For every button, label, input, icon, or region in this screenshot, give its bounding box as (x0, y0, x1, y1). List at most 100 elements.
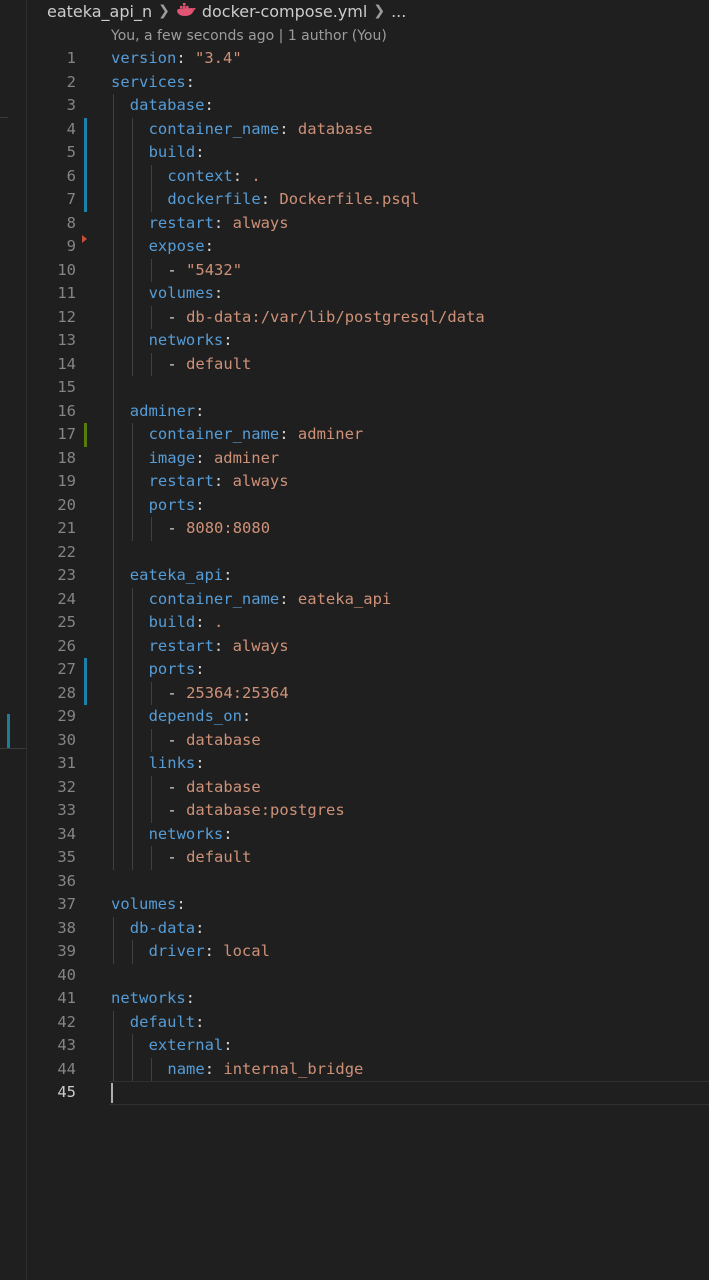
code-line[interactable]: 29 depends_on: (0, 705, 709, 729)
code-line[interactable]: 35 - default (0, 846, 709, 870)
line-number: 9 (66, 237, 76, 255)
code-line[interactable]: 3 database: (0, 94, 709, 118)
yaml-key: expose (148, 237, 205, 255)
breadcrumb-more[interactable]: ... (391, 2, 406, 21)
yaml-key: build (148, 143, 196, 161)
yaml-key: depends_on (148, 707, 242, 725)
line-number: 32 (57, 777, 76, 796)
code-line[interactable]: 15 (0, 376, 709, 400)
code-line[interactable]: 19 restart: always (0, 470, 709, 494)
indent-guide (131, 470, 133, 494)
code-line[interactable]: 37 volumes: (0, 893, 709, 917)
line-number: 15 (57, 378, 76, 396)
git-modified-marker[interactable] (84, 658, 87, 682)
line-number: 3 (66, 96, 76, 114)
code-line[interactable]: 41 networks: (0, 987, 709, 1011)
git-modified-marker[interactable] (84, 164, 87, 188)
indent-guide (113, 470, 114, 494)
indent-guide (150, 305, 152, 329)
code-text: container_name: adminer (148, 425, 364, 443)
indent-guide (131, 423, 133, 447)
yaml-key: dockerfile (167, 190, 261, 208)
code-line[interactable]: 25 build: . (0, 611, 709, 635)
yaml-key: container_name (148, 119, 280, 138)
code-line[interactable]: 45 (0, 1081, 709, 1105)
code-line[interactable]: 10 - "5432" (0, 258, 709, 282)
yaml-key: volumes (111, 895, 177, 913)
code-line[interactable]: 8 restart: always (0, 211, 709, 235)
code-line[interactable]: 39 driver: local (0, 940, 709, 964)
indent-guide (113, 940, 114, 964)
breadcrumb-file[interactable]: docker-compose.yml (202, 2, 368, 21)
indent-guide (131, 822, 133, 846)
code-text: default: (129, 1012, 205, 1031)
indent-guide (113, 1010, 114, 1034)
code-line[interactable]: 14 - default (0, 352, 709, 376)
code-line[interactable]: 43 external: (0, 1034, 709, 1058)
code-line[interactable]: 24 container_name: eateka_api (0, 587, 709, 611)
current-line-highlight (109, 1081, 709, 1105)
code-line[interactable]: 42 default: (0, 1010, 709, 1034)
line-number: 26 (57, 636, 76, 655)
code-line[interactable]: 13 networks: (0, 329, 709, 353)
code-line[interactable]: 26 restart: always (0, 634, 709, 658)
line-number: 31 (57, 754, 76, 772)
git-added-marker[interactable] (84, 423, 87, 447)
code-line[interactable]: 9 expose: (0, 235, 709, 259)
line-number: 7 (66, 190, 76, 208)
code-line[interactable]: 22 (0, 540, 709, 564)
breadcrumb-folder[interactable]: eateka_api_n (47, 2, 152, 21)
code-line[interactable]: 11 volumes: (0, 282, 709, 306)
code-line[interactable]: 1 version: "3.4" (0, 47, 709, 71)
line-number: 18 (57, 448, 76, 467)
indent-guide (113, 235, 114, 259)
indent-guide (131, 634, 133, 658)
code-editor[interactable]: 1 version: "3.4" 2 services: 3 database: 4 cont… (0, 47, 709, 1105)
indent-guide (113, 141, 114, 165)
code-line[interactable]: 40 (0, 964, 709, 988)
git-modified-marker[interactable] (84, 141, 87, 165)
code-line[interactable]: 5 build: (0, 141, 709, 165)
code-line[interactable]: 6 context: . (0, 164, 709, 188)
line-number: 6 (66, 166, 76, 185)
docker-whale-icon (176, 2, 196, 21)
git-modified-marker[interactable] (84, 117, 87, 141)
code-text: - db-data:/var/lib/postgresql/data (167, 307, 485, 326)
indent-guide (131, 329, 133, 353)
code-line[interactable]: 20 ports: (0, 493, 709, 517)
code-line[interactable]: 31 links: (0, 752, 709, 776)
git-deleted-marker[interactable] (82, 235, 87, 243)
code-line[interactable]: 33 - database:postgres (0, 799, 709, 823)
git-modified-marker[interactable] (84, 681, 87, 705)
indent-guide (131, 305, 133, 329)
code-line[interactable]: 27 ports: (0, 658, 709, 682)
indent-guide (150, 1057, 152, 1081)
indent-guide (113, 423, 114, 447)
code-line[interactable]: 28 - 25364:25364 (0, 681, 709, 705)
code-line[interactable]: 23 eateka_api: (0, 564, 709, 588)
code-line[interactable]: 4 container_name: database (0, 117, 709, 141)
code-line[interactable]: 16 adminer: (0, 399, 709, 423)
git-modified-marker[interactable] (84, 188, 87, 212)
code-line[interactable]: 30 - database (0, 728, 709, 752)
line-number: 38 (57, 918, 76, 937)
line-number: 29 (57, 707, 76, 725)
code-line[interactable]: 32 - database (0, 775, 709, 799)
code-line[interactable]: 21 - 8080:8080 (0, 517, 709, 541)
code-text: db-data: (129, 918, 205, 937)
code-line[interactable]: 36 (0, 870, 709, 894)
code-line[interactable]: 2 services: (0, 71, 709, 95)
code-line[interactable]: 38 db-data: (0, 916, 709, 940)
code-line[interactable]: 34 networks: (0, 822, 709, 846)
code-line[interactable]: 18 image: adminer (0, 446, 709, 470)
code-line[interactable]: 17 container_name: adminer (0, 423, 709, 447)
code-line[interactable]: 44 name: internal_bridge (0, 1057, 709, 1081)
yaml-key: ports (148, 660, 196, 678)
indent-guide (113, 916, 114, 940)
code-line[interactable]: 7 dockerfile: Dockerfile.psql (0, 188, 709, 212)
git-blame-info[interactable]: You, a few seconds ago | 1 author (You) (111, 28, 387, 44)
line-number: 13 (57, 331, 76, 349)
code-text: expose: (148, 237, 214, 255)
line-number: 37 (57, 895, 76, 913)
code-line[interactable]: 12 - db-data:/var/lib/postgresql/data (0, 305, 709, 329)
